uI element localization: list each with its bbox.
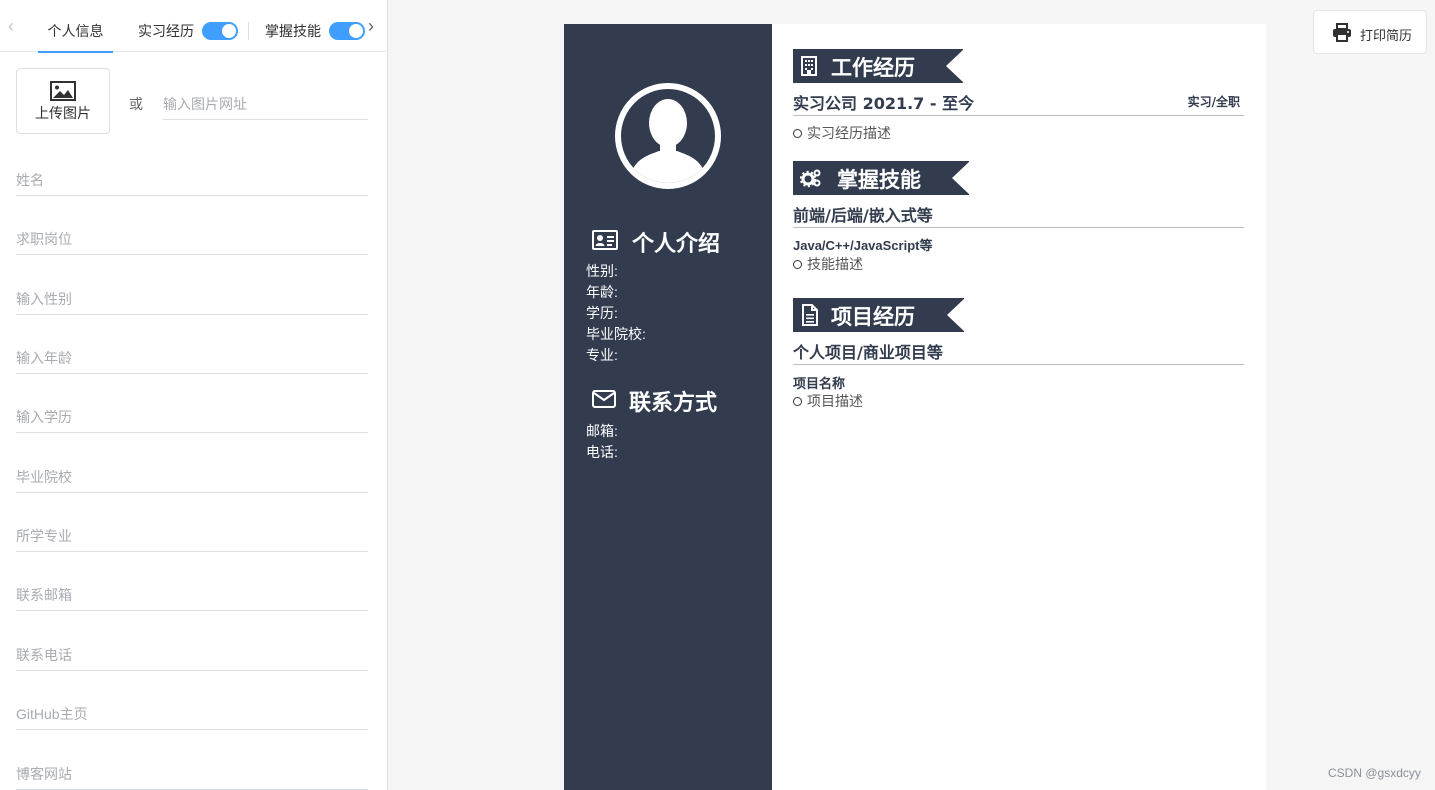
age-line: 年龄: [586,284,618,300]
skills-toggle[interactable] [329,22,365,40]
tab-skills[interactable]: 掌握技能 [265,0,365,52]
editor-panel: ‹ 个人信息 实习经历 掌握技能 › 上传图片 或 [0,0,388,790]
tab-bar: ‹ 个人信息 实习经历 掌握技能 › [0,0,387,53]
skills-desc: 技能描述 [793,254,863,274]
age-field[interactable] [16,342,368,374]
tab-personal-info[interactable]: 个人信息 [38,0,113,53]
work-type: 实习/全职 [1187,95,1240,109]
contact-title: 联系方式 [629,391,718,416]
intro-title: 个人介绍 [632,232,721,257]
blog-field[interactable] [16,758,368,790]
avatar-placeholder-icon [621,89,715,183]
upload-image-button[interactable]: 上传图片 [16,68,110,134]
project-desc: 项目描述 [793,391,863,411]
skills-desc-text: 技能描述 [807,256,863,272]
resume-sidebar: 个人介绍 性别: 年龄: 学历: 毕业院校: 专业: 联系方式 邮箱: 电话: [564,24,772,790]
id-card-icon [592,230,618,250]
email-field[interactable] [16,579,368,611]
github-field[interactable] [16,698,368,730]
tab-label: 掌握技能 [265,23,321,39]
skills-list: Java/C++/JavaScript等 [793,238,933,253]
tab-label: 实习经历 [138,23,194,39]
work-desc: 实习经历描述 [793,123,891,143]
job-title-field[interactable] [16,223,368,255]
phone-line: 电话: [586,444,618,460]
skills-title: 掌握技能 [837,168,921,192]
resume-main: 工作经历 实习公司 2021.7 - 至今 实习/全职 实习经历描述 掌握技能 … [793,24,1244,790]
work-company-row: 实习公司 2021.7 - 至今 实习/全职 [793,90,1244,116]
projects-title: 项目经历 [831,305,915,329]
avatar-upload-row: 上传图片 或 [16,68,368,134]
toggle-knob [222,24,236,38]
name-field[interactable] [16,164,368,196]
major-field[interactable] [16,520,368,552]
major-line: 专业: [586,347,618,363]
building-icon [801,56,817,76]
document-icon [802,304,818,326]
printer-icon [1333,23,1351,42]
projects-banner: 项目经历 [793,298,965,332]
school-line: 毕业院校: [586,326,646,342]
print-resume-button[interactable]: 打印简历 [1313,10,1427,54]
bullet-icon [793,129,802,138]
chevron-right-icon[interactable]: › [364,17,378,35]
phone-field[interactable] [16,639,368,671]
envelope-icon [592,390,616,408]
school-field[interactable] [16,461,368,493]
image-url-input[interactable] [163,88,368,120]
work-title: 工作经历 [831,56,915,80]
education-line: 学历: [586,305,618,321]
email-line: 邮箱: [586,423,618,439]
upload-label: 上传图片 [35,105,91,121]
work-company: 实习公司 2021.7 - 至今 [793,94,975,113]
tab-divider [248,22,249,40]
project-desc-text: 项目描述 [807,393,863,409]
education-field[interactable] [16,401,368,433]
watermark: CSDN @gsxdcyy [1328,766,1421,780]
tab-internship[interactable]: 实习经历 [138,0,238,52]
resume-preview: 个人介绍 性别: 年龄: 学历: 毕业院校: 专业: 联系方式 邮箱: 电话: [564,24,1266,790]
or-label: 或 [129,96,143,112]
skills-banner: 掌握技能 [793,161,970,195]
toggle-knob [349,24,363,38]
gender-line: 性别: [586,263,618,279]
chevron-left-icon[interactable]: ‹ [4,17,18,35]
internship-toggle[interactable] [202,22,238,40]
projects-category: 个人项目/商业项目等 [793,339,1244,365]
work-desc-text: 实习经历描述 [807,125,891,141]
work-banner: 工作经历 [793,49,964,83]
skills-category: 前端/后端/嵌入式等 [793,202,1244,228]
tab-label: 个人信息 [47,23,104,39]
avatar [615,83,721,189]
bullet-icon [793,260,802,269]
image-icon [50,81,76,101]
gender-field[interactable] [16,283,368,315]
print-label: 打印简历 [1360,28,1413,43]
bullet-icon [793,397,802,406]
project-name: 项目名称 [793,376,846,391]
gears-icon [800,169,821,188]
